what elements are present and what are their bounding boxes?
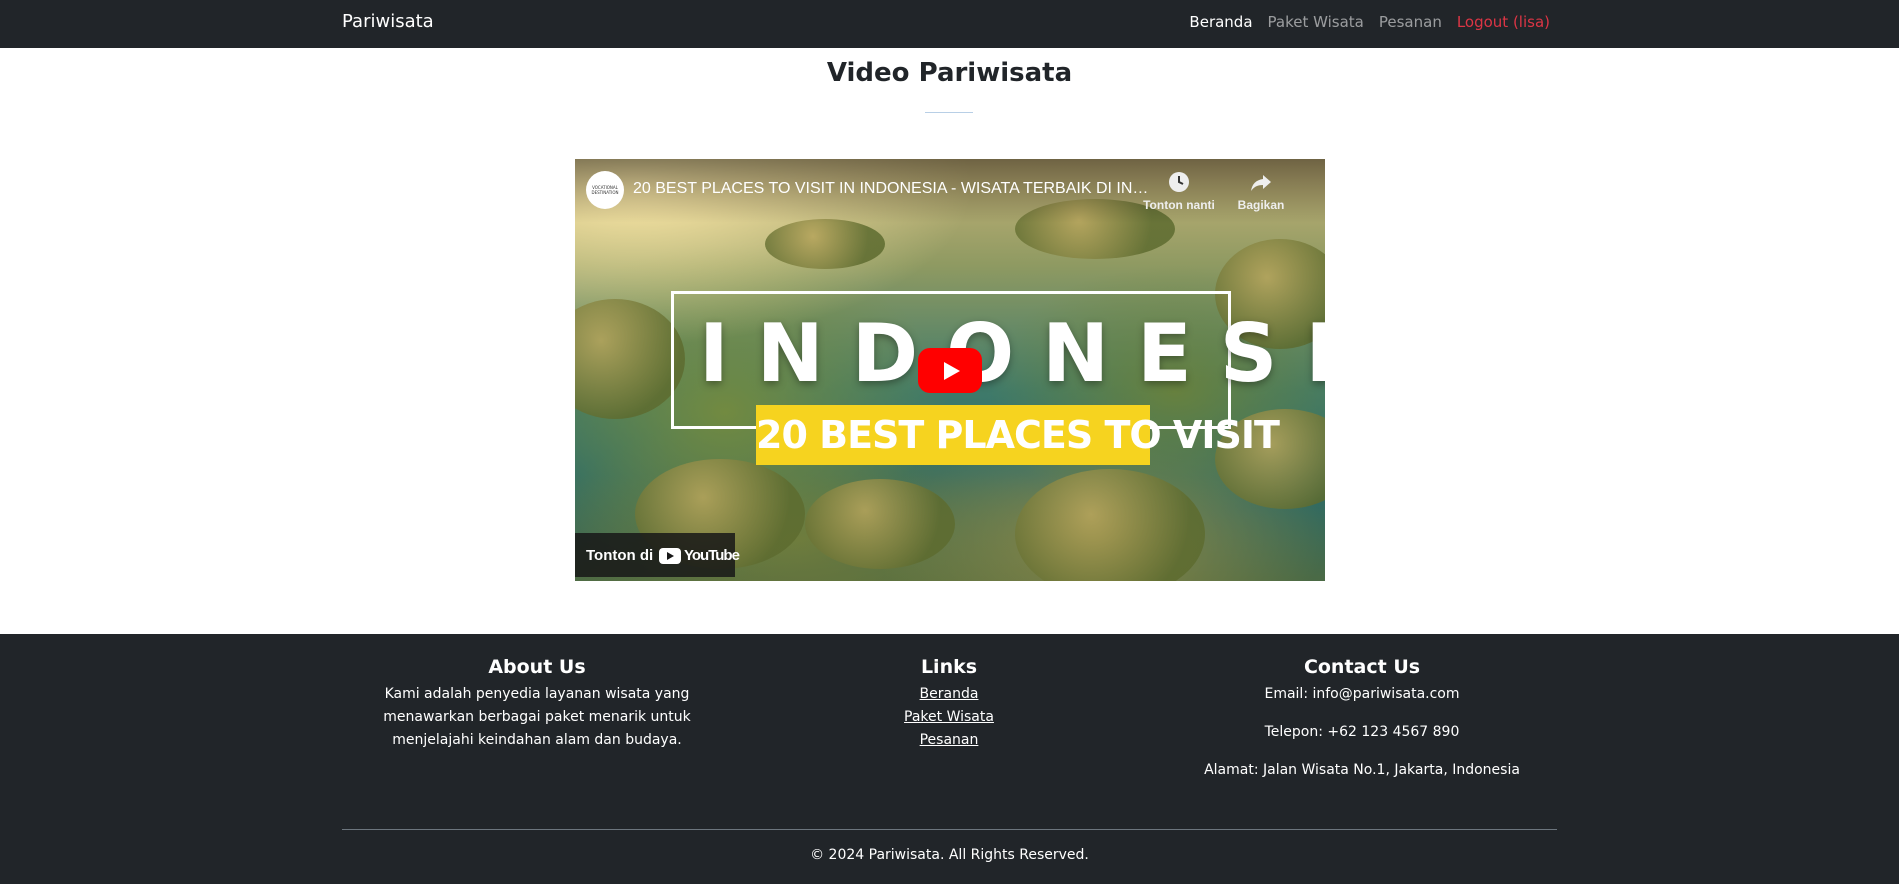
youtube-wordmark: YouTube xyxy=(684,547,740,564)
channel-avatar[interactable]: VOCATIONAL DESTINATION xyxy=(586,171,624,209)
footer-contact: Contact Us Email: info@pariwisata.com Te… xyxy=(1167,656,1557,797)
island-shape xyxy=(575,299,685,419)
island-shape xyxy=(765,219,885,269)
clock-icon xyxy=(1169,172,1189,192)
contact-phone: Telepon: +62 123 4567 890 xyxy=(1264,724,1460,740)
brand-link[interactable]: Pariwisata xyxy=(342,11,434,32)
about-heading: About Us xyxy=(488,656,586,678)
copyright-text: © 2024 Pariwisata. All Rights Reserved. xyxy=(810,847,1089,863)
share-icon xyxy=(1251,175,1271,191)
title-divider xyxy=(925,112,973,113)
play-button[interactable] xyxy=(918,348,982,393)
thumbnail-banner-text: 20 BEST PLACES TO VISIT xyxy=(756,413,1280,457)
contact-heading: Contact Us xyxy=(1303,656,1421,678)
links-heading: Links xyxy=(920,656,978,678)
footer-link-paket-wisata[interactable]: Paket Wisata xyxy=(754,706,1144,729)
page-title: Video Pariwisata xyxy=(826,58,1073,88)
play-icon xyxy=(944,362,960,380)
video-title[interactable]: 20 BEST PLACES TO VISIT IN INDONESIA - W… xyxy=(633,180,1153,198)
nav-beranda[interactable]: Beranda xyxy=(1189,13,1252,31)
nav-paket-wisata[interactable]: Paket Wisata xyxy=(1268,13,1364,31)
top-navbar: Pariwisata Beranda Paket Wisata Pesanan … xyxy=(0,0,1899,48)
footer-links: Links Beranda Paket Wisata Pesanan xyxy=(754,656,1144,752)
share-button[interactable]: Bagikan xyxy=(1221,171,1301,212)
nav-pesanan[interactable]: Pesanan xyxy=(1379,13,1442,31)
footer-about: About Us Kami adalah penyedia layanan wi… xyxy=(342,656,732,752)
watch-later-button[interactable]: Tonton nanti xyxy=(1139,171,1219,212)
channel-logo-text: VOCATIONAL DESTINATION xyxy=(591,185,619,195)
watch-later-label: Tonton nanti xyxy=(1143,198,1215,212)
footer-divider xyxy=(342,829,1557,830)
footer-link-beranda[interactable]: Beranda xyxy=(754,683,1144,706)
contact-email: Email: info@pariwisata.com xyxy=(1264,686,1460,702)
nav-logout[interactable]: Logout (lisa) xyxy=(1457,13,1550,31)
youtube-logo-icon: YouTube xyxy=(659,547,740,564)
watch-on-youtube-button[interactable]: Tonton di YouTube xyxy=(575,533,740,577)
watch-on-label: Tonton di xyxy=(586,547,654,564)
footer-link-pesanan[interactable]: Pesanan xyxy=(754,729,1144,752)
island-shape xyxy=(1015,469,1205,581)
island-shape xyxy=(805,479,955,569)
contact-address: Alamat: Jalan Wisata No.1, Jakarta, Indo… xyxy=(1204,762,1520,778)
youtube-video-embed[interactable]: VOCATIONAL DESTINATION 20 BEST PLACES TO… xyxy=(575,159,1325,581)
youtube-play-box-icon xyxy=(659,547,681,564)
nav-menu: Beranda Paket Wisata Pesanan Logout (lis… xyxy=(1189,13,1550,31)
share-label: Bagikan xyxy=(1237,198,1285,212)
about-text: Kami adalah penyedia layanan wisata yang… xyxy=(383,686,691,748)
page-footer: About Us Kami adalah penyedia layanan wi… xyxy=(0,634,1899,884)
